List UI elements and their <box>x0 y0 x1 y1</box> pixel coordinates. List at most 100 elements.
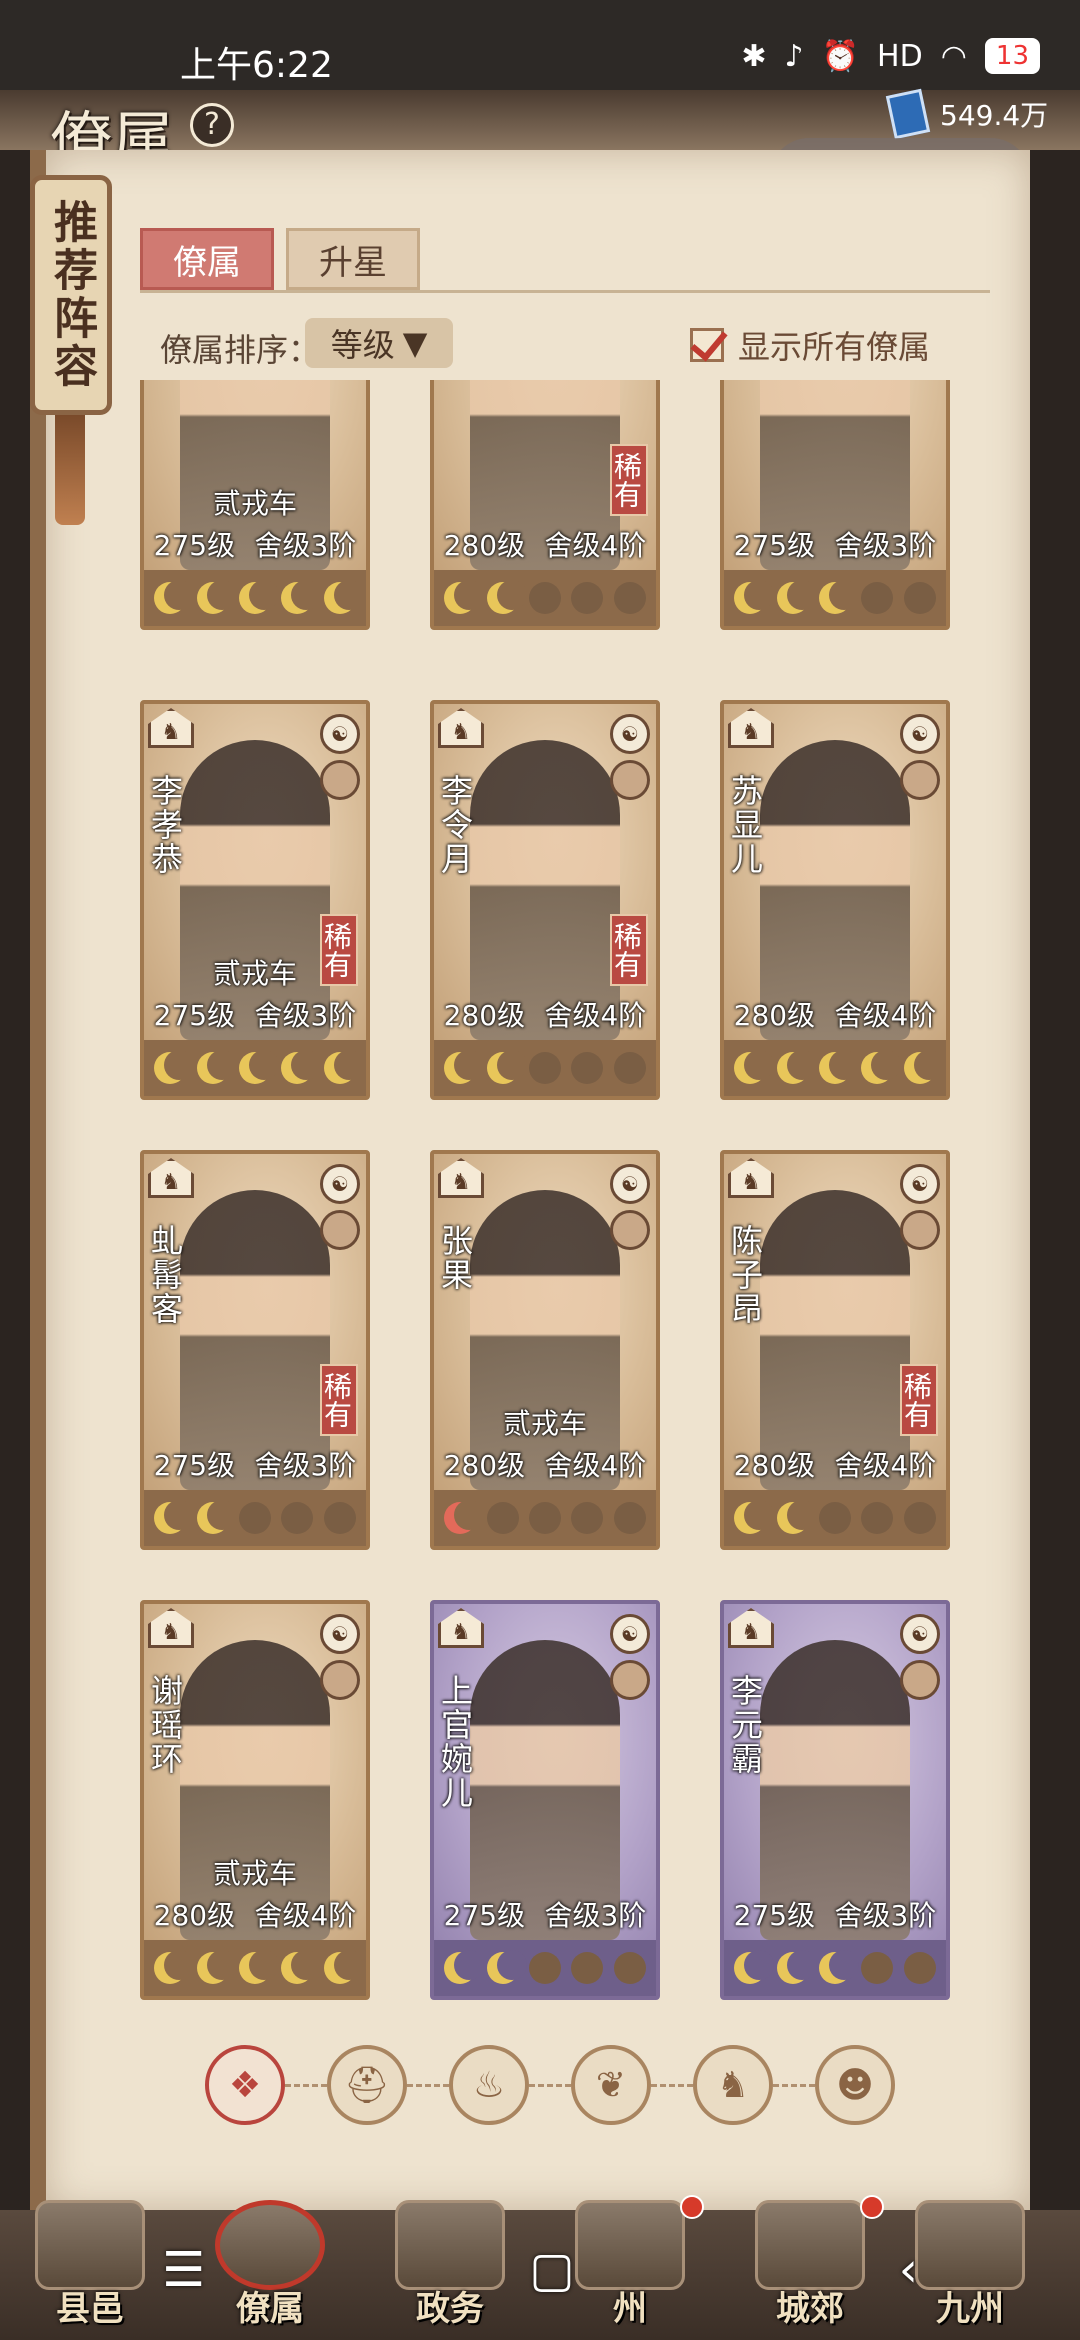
nav-item[interactable]: 州 <box>560 2200 700 2340</box>
filter-mask-button[interactable]: ☻ <box>815 2045 895 2125</box>
star-row <box>724 1490 946 1546</box>
nav-building-icon <box>575 2200 685 2290</box>
card-name: 虬髯客 <box>146 1224 184 1326</box>
moon-star-icon <box>818 1950 859 1984</box>
subordinate-card[interactable]: ♞ ☯ 张果 贰戎车 280级 舍级4阶 <box>430 1150 660 1550</box>
subordinate-card[interactable]: ♞ ☯ 上官婉儿 275级 舍级3阶 <box>430 1600 660 2000</box>
tab-divider <box>140 290 990 293</box>
help-icon[interactable]: ? <box>190 103 234 147</box>
level-text: 275级 <box>733 1899 816 1932</box>
star-row <box>144 1940 366 1996</box>
card-name: 陈子昂 <box>726 1224 764 1326</box>
subordinate-card[interactable]: ♞ ☯ 李元霸 275级 舍级3阶 <box>720 1600 950 2000</box>
house-level-text: 舍级3阶 <box>544 1899 647 1932</box>
recommended-lineup-tag[interactable]: 推荐阵容 <box>30 175 112 415</box>
status-bar: 上午6:22 ✱ ♪ ⏰ HD ◠ 13 <box>0 0 1080 90</box>
house-level-text: 舍级3阶 <box>834 1899 937 1932</box>
class-icon: ☯ <box>320 1164 360 1204</box>
subordinate-card[interactable]: ♞☯燕贰戎车275级舍级3阶 <box>140 380 370 630</box>
moon-star-icon <box>238 1502 271 1534</box>
tab-star-up[interactable]: 升星 <box>286 228 420 290</box>
subordinate-card[interactable]: ♞ ☯ 李令月 稀有 280级 舍级4阶 <box>430 700 660 1100</box>
moon-star-icon <box>613 1052 646 1084</box>
card-name: 上官婉儿 <box>436 1674 474 1810</box>
nav-item[interactable]: 九州 <box>900 2200 1040 2340</box>
moon-star-icon <box>776 1500 817 1534</box>
star-row <box>724 570 946 626</box>
subordinate-grid[interactable]: ♞☯燕贰戎车275级舍级3阶 ♞☯杰稀有280级舍级4阶 ♞☯宁275级舍级3阶 ♞☯… <box>140 380 960 2010</box>
moon-star-icon <box>281 580 322 614</box>
pair-avatar <box>900 1210 940 1250</box>
book-icon <box>885 88 931 140</box>
subordinate-card[interactable]: ♞ ☯ 苏显儿 280级 舍级4阶 <box>720 700 950 1100</box>
subordinate-card[interactable]: ♞ ☯ 谢瑶环 贰戎车 280级 舍级4阶 <box>140 1600 370 2000</box>
alarm-icon: ⏰ <box>821 38 860 74</box>
moon-star-icon <box>323 1950 364 1984</box>
filter-divider <box>529 2083 571 2087</box>
moon-star-icon <box>903 1952 936 1984</box>
filter-helmet-button[interactable]: ⛑ <box>327 2045 407 2125</box>
moon-star-icon <box>613 1952 646 1984</box>
nav-item[interactable]: 政务 <box>380 2200 520 2340</box>
moon-star-icon <box>734 1500 775 1534</box>
house-level-text: 舍级3阶 <box>254 999 357 1032</box>
tab-subordinates[interactable]: 僚属 <box>140 228 274 290</box>
house-level-text: 舍级4阶 <box>544 529 647 562</box>
show-all-checkbox[interactable] <box>690 328 724 362</box>
nav-item[interactable]: 城郊 <box>740 2200 880 2340</box>
level-row: 280级 舍级4阶 <box>724 1444 946 1484</box>
level-row: 275级 舍级3阶 <box>724 524 946 564</box>
moon-star-icon <box>196 580 237 614</box>
house-level-text: 舍级4阶 <box>834 1449 937 1482</box>
filter-divider <box>773 2083 815 2087</box>
tassel-decoration <box>55 415 85 525</box>
subordinate-card[interactable]: ♞ ☯ 李孝恭 稀有 贰戎车 275级 舍级3阶 <box>140 700 370 1100</box>
filter-divider <box>651 2083 693 2087</box>
level-row: 280级 舍级4阶 <box>434 994 656 1034</box>
level-row: 280级 舍级4阶 <box>144 1894 366 1934</box>
filter-gourd-button[interactable]: ♨ <box>449 2045 529 2125</box>
moon-star-icon <box>486 1502 519 1534</box>
moon-star-icon <box>196 1500 237 1534</box>
moon-star-icon <box>444 1950 485 1984</box>
filter-fan-button[interactable]: ❦ <box>571 2045 651 2125</box>
nav-item[interactable]: 县邑 <box>20 2200 160 2340</box>
level-text: 275级 <box>153 999 236 1032</box>
class-icon: ☯ <box>900 1614 940 1654</box>
level-text: 275级 <box>153 1449 236 1482</box>
level-text: 275级 <box>153 529 236 562</box>
class-icon: ☯ <box>320 714 360 754</box>
level-text: 280级 <box>733 999 816 1032</box>
nav-building-icon <box>915 2200 1025 2290</box>
level-text: 280级 <box>443 529 526 562</box>
notification-dot <box>860 2195 884 2219</box>
subordinate-card[interactable]: ♞ ☯ 陈子昂 稀有 280级 舍级4阶 <box>720 1150 950 1550</box>
subordinate-card[interactable]: ♞☯杰稀有280级舍级4阶 <box>430 380 660 630</box>
dropdown-arrow-icon: ▼ <box>402 324 428 362</box>
moon-star-icon <box>323 1050 364 1084</box>
subordinate-card[interactable]: ♞ ☯ 虬髯客 稀有 275级 舍级3阶 <box>140 1150 370 1550</box>
subordinate-card[interactable]: ♞☯宁275级舍级3阶 <box>720 380 950 630</box>
show-all-toggle[interactable]: 显示所有僚属 <box>690 322 930 368</box>
currency-display: 549.4万 <box>885 88 1049 140</box>
moon-star-icon <box>528 1502 561 1534</box>
show-all-label: 显示所有僚属 <box>738 328 931 366</box>
filter-all-button[interactable]: ❖ <box>205 2045 285 2125</box>
moon-star-icon <box>903 1050 944 1084</box>
level-text: 280级 <box>443 999 526 1032</box>
level-row: 275级 舍级3阶 <box>434 1894 656 1934</box>
currency-amount: 549.4万 <box>940 99 1049 132</box>
notification-dot <box>680 2195 704 2219</box>
filter-horse-button[interactable]: ♞ <box>693 2045 773 2125</box>
level-row: 275级 舍级3阶 <box>724 1894 946 1934</box>
pair-avatar <box>610 1660 650 1700</box>
nav-label: 九州 <box>936 2289 1004 2329</box>
sort-select[interactable]: 等级 ▼ <box>305 318 453 368</box>
moon-star-icon <box>776 580 817 614</box>
nav-label: 县邑 <box>56 2289 124 2329</box>
moon-star-icon <box>281 1050 322 1084</box>
level-row: 280级 舍级4阶 <box>724 994 946 1034</box>
tab-bar: 僚属 升星 <box>140 228 420 290</box>
house-level-text: 舍级4阶 <box>834 999 937 1032</box>
nav-item[interactable]: 僚属 <box>200 2200 340 2340</box>
